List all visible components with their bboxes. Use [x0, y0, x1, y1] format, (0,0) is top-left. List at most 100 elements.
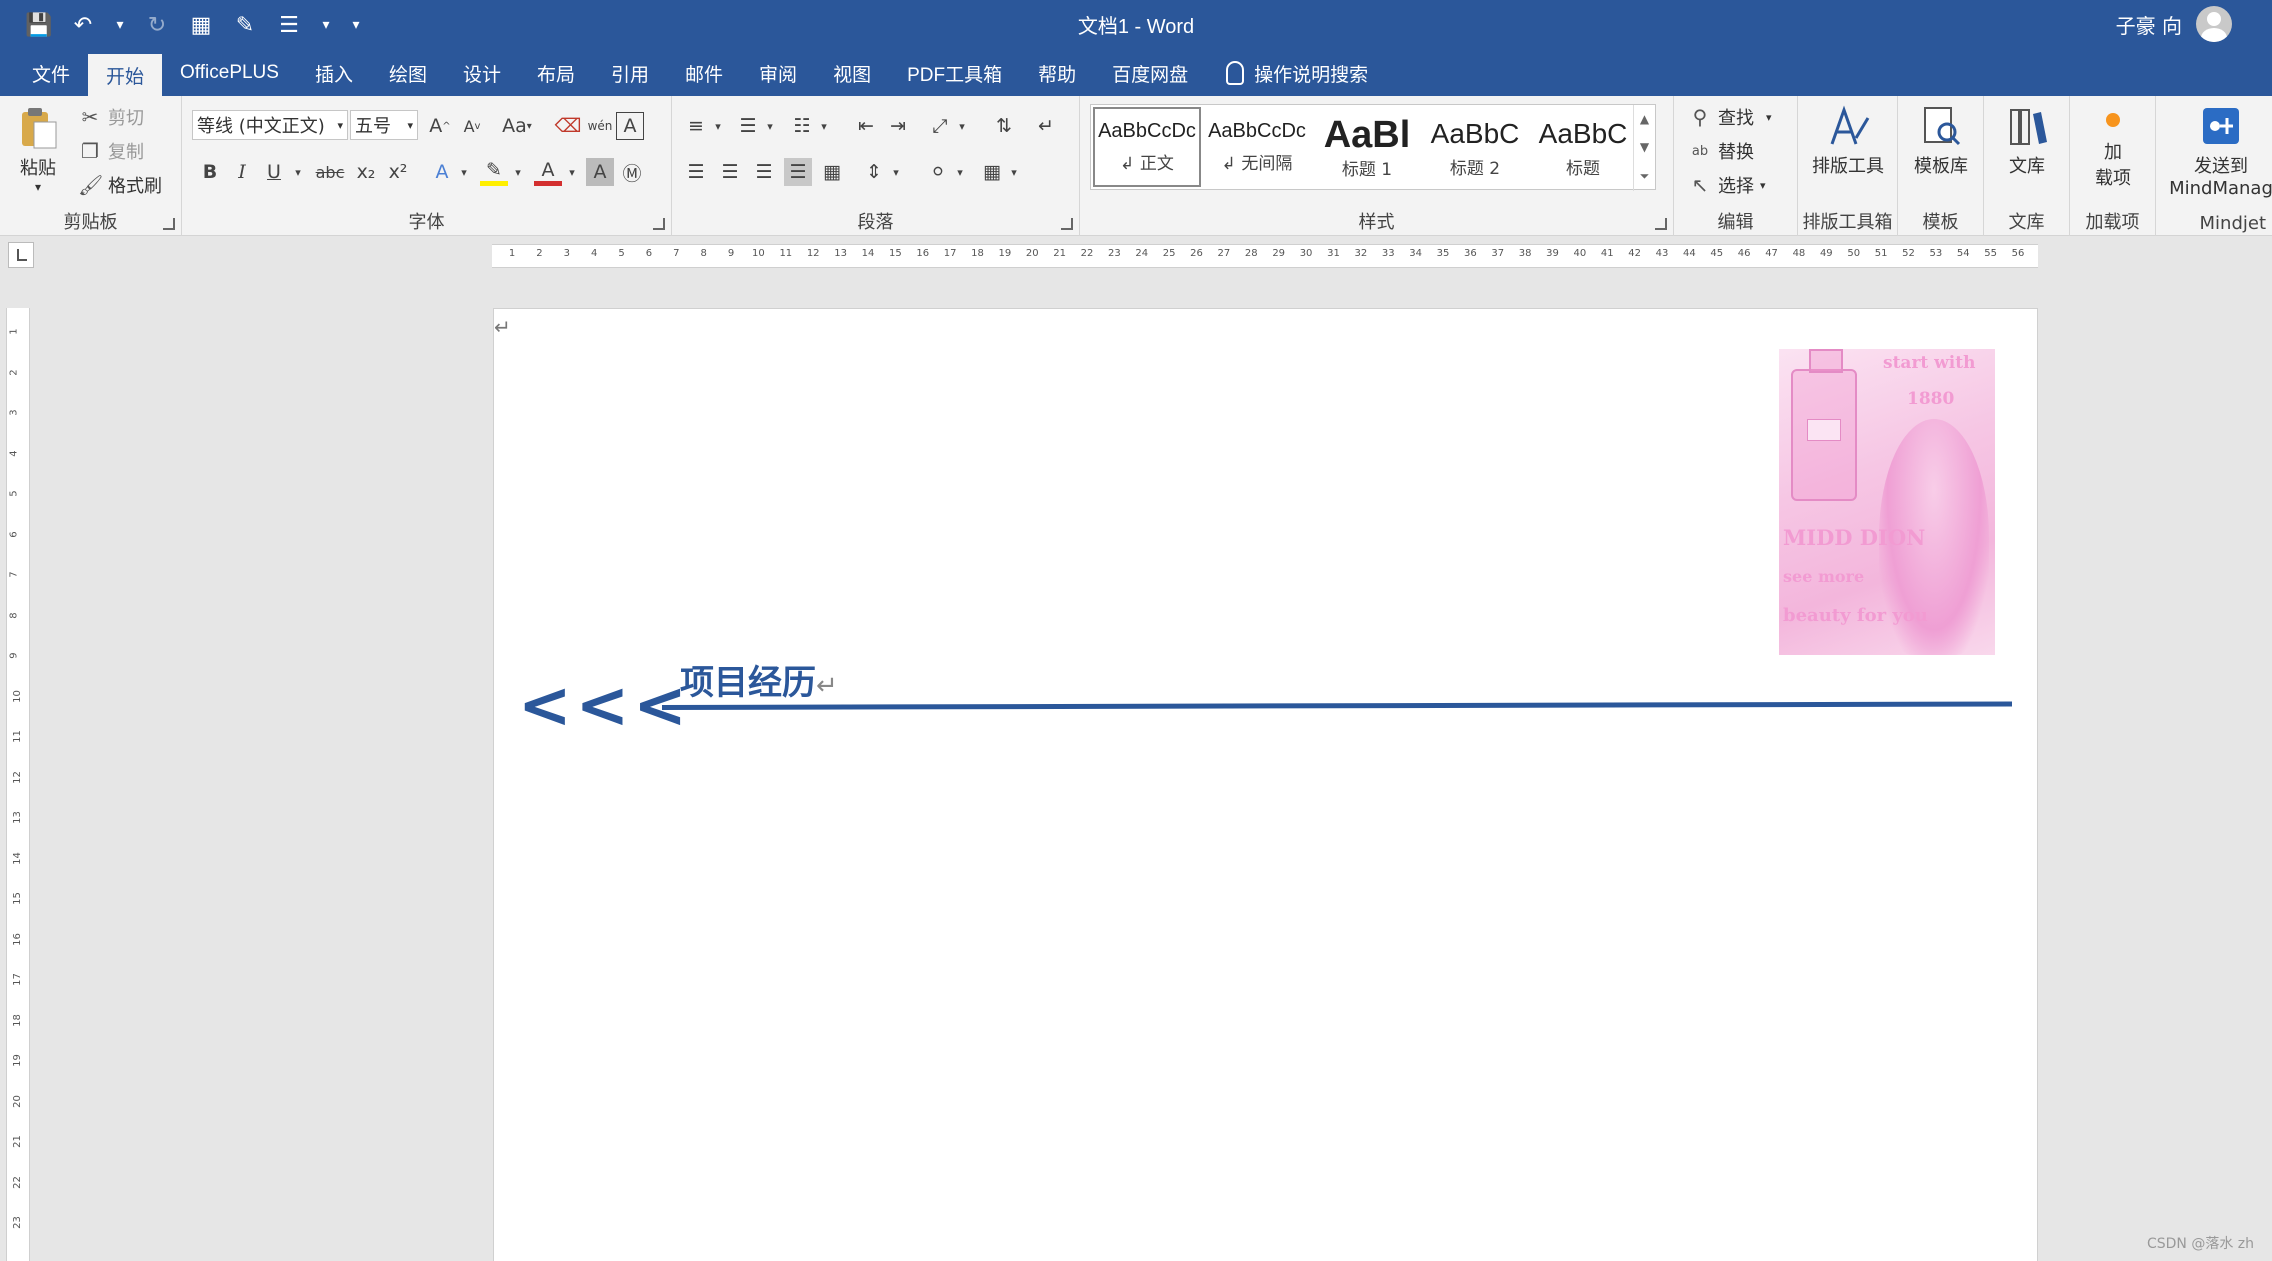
format-painter-button[interactable]: 🖌 格式刷	[78, 172, 162, 198]
select-button[interactable]: ↖ 选择 ▾	[1688, 172, 1766, 198]
gallery-scrollbar[interactable]: ▲ ▼ ⏷	[1633, 105, 1655, 191]
copy-button[interactable]: ❐ 复制	[78, 138, 144, 164]
tab-baidu-netdisk[interactable]: 百度网盘	[1094, 50, 1206, 96]
borders-dropdown-icon[interactable]: ▾	[1000, 158, 1028, 186]
group-font: 等线 (中文正文) ▾ 五号 ▾ A ^ Av Aa ▾ ⌫ wén A B I U…	[182, 96, 672, 236]
grow-font-icon[interactable]: A ^	[426, 112, 454, 140]
clear-format-icon[interactable]: ⌫	[554, 112, 582, 140]
tab-file[interactable]: 文件	[14, 50, 88, 96]
superscript-button[interactable]: x²	[384, 158, 412, 186]
font-size-select[interactable]: 五号 ▾	[350, 110, 418, 140]
replace-button[interactable]: ab 替换	[1688, 138, 1754, 164]
style-heading-2[interactable]: AaBbC 标题 2	[1421, 107, 1529, 187]
font-color-dropdown-icon[interactable]: ▾	[558, 158, 586, 186]
tab-insert[interactable]: 插入	[297, 50, 371, 96]
chevron-down-icon[interactable]: ▼	[1640, 140, 1649, 154]
asian-layout-dropdown-icon[interactable]: ▾	[948, 112, 976, 140]
font-name-select[interactable]: 等线 (中文正文) ▾	[192, 110, 348, 140]
chevron-up-icon[interactable]: ▲	[1640, 112, 1649, 126]
text-effects-dropdown-icon[interactable]: ▾	[450, 158, 478, 186]
tab-draw[interactable]: 绘图	[371, 50, 445, 96]
change-case-button[interactable]: Aa ▾	[494, 112, 540, 140]
send-to-mindmanager-button[interactable]: 发送到 MindManag	[2166, 104, 2272, 199]
ruler-tick-label: 21	[1053, 248, 1066, 259]
enclose-char-icon[interactable]: Ⓜ	[618, 158, 646, 186]
title-separator: -	[1134, 16, 1142, 38]
ruler-tick-label: 29	[1272, 248, 1286, 259]
perfume-poster-image[interactable]: start with 1880 MIDD DION see more beaut…	[1779, 349, 1995, 655]
ruler-tick-label: 16	[11, 932, 23, 946]
tab-design[interactable]: 设计	[445, 50, 519, 96]
ruler-tick-label: 25	[1162, 248, 1176, 259]
distributed-icon[interactable]: ▦	[818, 158, 846, 186]
char-border-icon[interactable]: A	[616, 112, 644, 140]
show-marks-icon[interactable]: ↵	[1032, 112, 1060, 140]
tab-layout[interactable]: 布局	[519, 50, 593, 96]
tab-home[interactable]: 开始	[88, 54, 163, 96]
sort-icon[interactable]: ⇅	[990, 112, 1018, 140]
style-no-spacing[interactable]: AaBbCcDc ↲ 无间隔	[1203, 107, 1311, 187]
avatar[interactable]	[2196, 6, 2232, 42]
paste-button[interactable]: 粘贴 ▾	[16, 106, 60, 194]
tab-help[interactable]: 帮助	[1020, 50, 1094, 96]
library-button[interactable]: 文库	[1988, 104, 2066, 178]
ruler-tick-label: 50	[1847, 248, 1861, 259]
tab-officeplus[interactable]: OfficePLUS	[162, 50, 297, 96]
tab-references[interactable]: 引用	[593, 50, 667, 96]
paste-dropdown-icon[interactable]: ▾	[35, 180, 41, 194]
highlight-dropdown-icon[interactable]: ▾	[504, 158, 532, 186]
find-button[interactable]: ⚲ 查找 ▾	[1688, 104, 1772, 130]
increease-indent-icon[interactable]: ⇥	[884, 112, 912, 140]
style-title[interactable]: AaBbC 标题	[1529, 107, 1637, 187]
format-painter-label: 格式刷	[108, 176, 162, 197]
shading-dropdown-icon[interactable]: ▾	[946, 158, 974, 186]
tab-mailings[interactable]: 邮件	[667, 50, 741, 96]
bullets-dropdown-icon[interactable]: ▾	[704, 112, 732, 140]
user-account[interactable]: 子豪 向	[2116, 6, 2232, 42]
ruler-tick-label: 51	[1874, 248, 1888, 259]
template-library-button[interactable]: 模板库	[1902, 104, 1980, 178]
line-spacing-dropdown-icon[interactable]: ▾	[882, 158, 910, 186]
underline-dropdown-icon[interactable]: ▾	[284, 158, 312, 186]
ruler-tick-label: 3	[563, 248, 570, 259]
subscript-button[interactable]: x₂	[352, 158, 380, 186]
italic-button[interactable]: I	[228, 158, 256, 186]
paragraph-launcher-icon[interactable]	[1061, 218, 1073, 230]
style-normal[interactable]: AaBbCcDc ↲ 正文	[1093, 107, 1201, 187]
tab-review[interactable]: 审阅	[741, 50, 815, 96]
tab-view[interactable]: 视图	[815, 50, 889, 96]
horizontal-ruler[interactable]: 1 2 3 4 5 6 7 8 9 10 11 12 13 14 15 16 17 18 19 20 21 22 23 24 2…	[492, 244, 2038, 268]
poster-text-4: see more	[1783, 567, 1865, 586]
tab-pdf-tools[interactable]: PDF工具箱	[889, 50, 1020, 96]
style-sample: AaBl	[1323, 114, 1411, 155]
bold-button[interactable]: B	[196, 158, 224, 186]
ruler-tick-label: 19	[998, 248, 1012, 259]
align-right-icon[interactable]: ☰	[750, 158, 778, 186]
decrease-indent-icon[interactable]: ⇤	[852, 112, 880, 140]
styles-launcher-icon[interactable]	[1655, 218, 1667, 230]
shrink-font-icon[interactable]: Av	[458, 112, 486, 140]
align-left-icon[interactable]: ☰	[682, 158, 710, 186]
cut-button[interactable]: ✂ 剪切	[78, 104, 144, 130]
addins-button[interactable]: 加 载项	[2074, 110, 2152, 190]
search-icon: ⚲	[1692, 105, 1708, 129]
tab-selector-icon[interactable]	[8, 242, 34, 268]
gallery-more-icon[interactable]: ⏷	[1640, 169, 1650, 184]
layout-tools-button[interactable]: 排版工具	[1806, 104, 1890, 178]
numbering-dropdown-icon[interactable]: ▾	[756, 112, 784, 140]
phonetic-guide-icon[interactable]: wén	[586, 112, 614, 140]
group-template: 模板库 模板	[1898, 96, 1984, 236]
strikethrough-button[interactable]: abc	[312, 158, 348, 186]
ruler-tick-label: 9	[727, 248, 735, 259]
char-shading-button[interactable]: A	[586, 158, 614, 186]
multilevel-dropdown-icon[interactable]: ▾	[810, 112, 838, 140]
clipboard-launcher-icon[interactable]	[163, 218, 175, 230]
tell-me-search[interactable]: 操作说明搜索	[1206, 50, 1368, 96]
document-page[interactable]: ↵ start with 1880 MIDD DION see more bea…	[493, 308, 2038, 1261]
vertical-ruler[interactable]: 1 2 3 4 5 6 7 8 9 10 11 12 13 14 15 16 17 18 19 20 21 22 23	[6, 308, 30, 1261]
style-heading-1[interactable]: AaBl 标题 1	[1313, 107, 1421, 187]
justify-icon[interactable]: ☰	[784, 158, 812, 186]
ruler-tick-label: 53	[1929, 248, 1943, 259]
font-launcher-icon[interactable]	[653, 218, 665, 230]
align-center-icon[interactable]: ☰	[716, 158, 744, 186]
